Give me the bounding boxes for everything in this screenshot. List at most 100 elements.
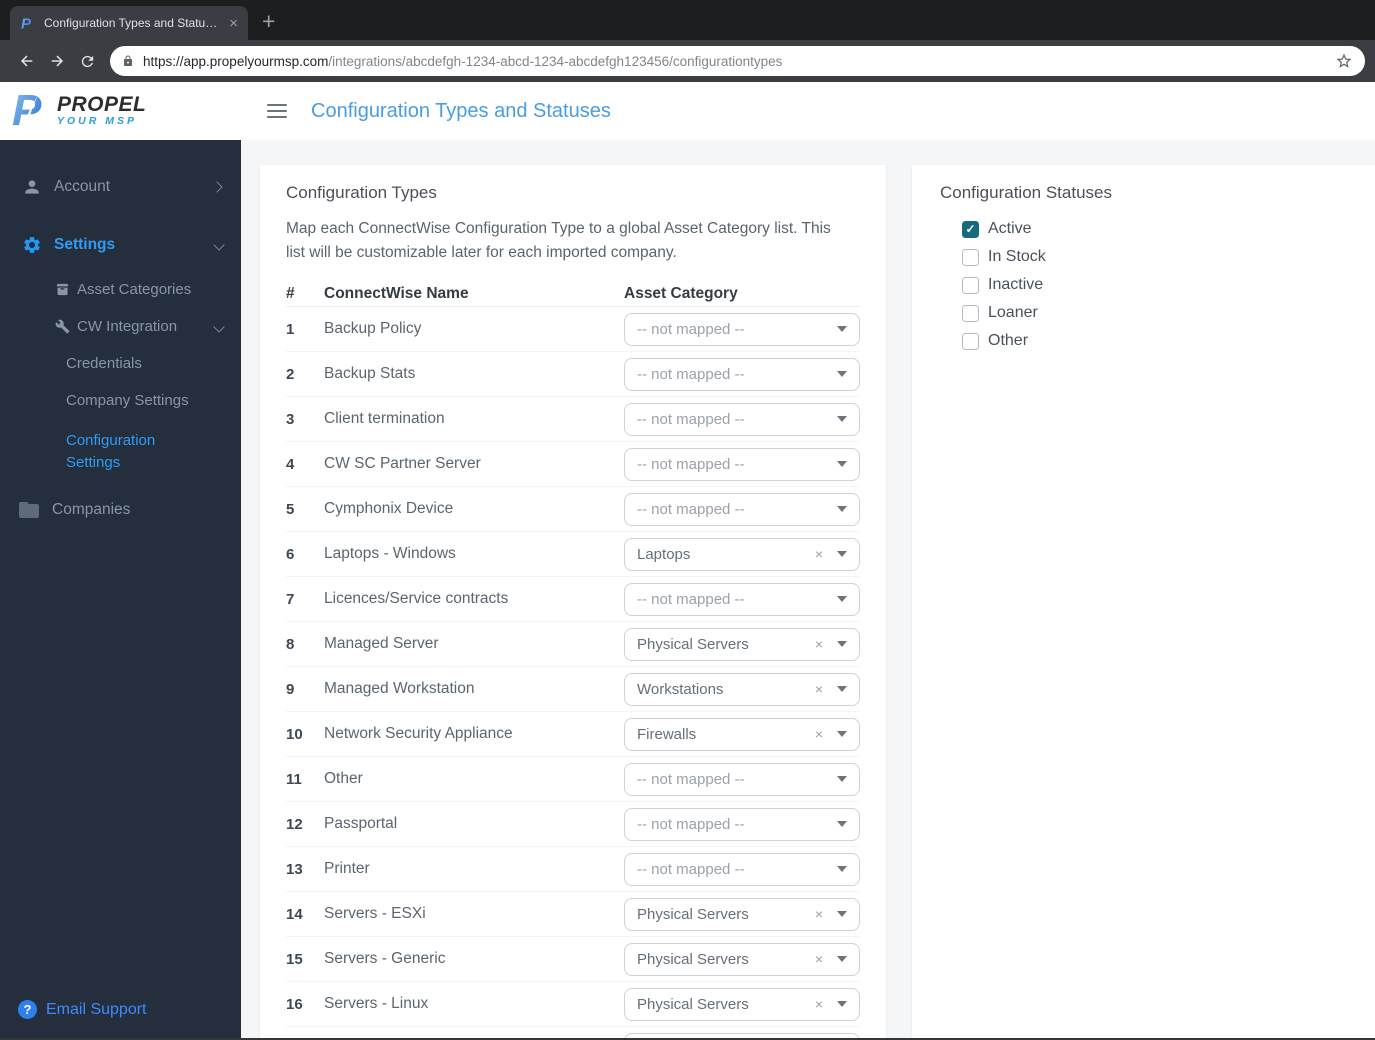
page-title: Configuration Types and Statuses xyxy=(311,99,611,122)
status-option[interactable]: ✓ Inactive xyxy=(962,275,1357,295)
sidebar-item-label: Company Settings xyxy=(66,392,189,409)
svg-text:P: P xyxy=(12,89,42,133)
row-connectwise-name: Licences/Service contracts xyxy=(324,590,509,607)
dropdown-value: Workstations xyxy=(637,680,724,698)
asset-category-dropdown[interactable]: Laptops × xyxy=(624,537,860,571)
logo-line1: PROPEL xyxy=(57,93,147,116)
app-header: P PROPEL YOUR MSP Configuration Types an… xyxy=(0,82,1375,140)
reload-button[interactable] xyxy=(72,46,102,76)
asset-category-dropdown[interactable]: -- not mapped -- xyxy=(624,582,860,616)
dropdown-value: Laptops xyxy=(637,545,691,563)
clear-icon[interactable]: × xyxy=(815,997,823,1011)
propel-logo[interactable]: P PROPEL YOUR MSP xyxy=(12,89,146,133)
chevron-down-icon xyxy=(837,506,847,512)
status-option[interactable]: ✓ Active xyxy=(962,219,1357,239)
back-button[interactable] xyxy=(12,46,42,76)
types-panel-description: Map each ConnectWise Configuration Type … xyxy=(286,220,831,261)
table-row: 4 CW SC Partner Server -- not mapped -- xyxy=(286,442,860,487)
sidebar-item-company-settings[interactable]: Company Settings xyxy=(0,392,241,409)
row-number: 9 xyxy=(286,680,295,698)
asset-category-dropdown[interactable]: -- not mapped -- xyxy=(624,852,860,886)
email-support-link[interactable]: ? Email Support xyxy=(18,1000,147,1019)
row-connectwise-name: Backup Policy xyxy=(324,320,422,337)
browser-tab[interactable]: P Configuration Types and Statuses × xyxy=(10,6,248,40)
asset-category-dropdown[interactable]: Firewalls × xyxy=(624,717,860,751)
sidebar-item-label: Asset Categories xyxy=(77,281,192,298)
sidebar-item-label: Account xyxy=(54,178,111,195)
asset-category-dropdown[interactable]: -- not mapped -- xyxy=(624,447,860,481)
chevron-down-icon xyxy=(837,776,847,782)
dropdown-value: -- not mapped -- xyxy=(637,365,745,383)
table-row: 8 Managed Server Physical Servers × xyxy=(286,622,860,667)
table-row: 7 Licences/Service contracts -- not mapp… xyxy=(286,577,860,622)
sidebar-item-configuration-settings[interactable]: Configuration Settings xyxy=(0,430,180,474)
row-number: 6 xyxy=(286,545,295,563)
asset-category-dropdown[interactable]: Workstations × xyxy=(624,672,860,706)
row-number: 1 xyxy=(286,320,295,338)
dropdown-value: Physical Servers xyxy=(637,635,749,653)
clear-icon[interactable]: × xyxy=(815,547,823,561)
chevron-down-icon xyxy=(837,371,847,377)
status-option[interactable]: ✓ Other xyxy=(962,331,1357,351)
url-host: https://app.propelyourmsp.com xyxy=(143,53,329,69)
row-connectwise-name: Managed Workstation xyxy=(324,680,475,697)
row-number: 16 xyxy=(286,995,303,1013)
configuration-statuses-panel: Configuration Statuses ✓ Active ✓ In Sto… xyxy=(912,165,1375,1040)
new-tab-button[interactable]: + xyxy=(262,8,275,35)
table-row: 3 Client termination -- not mapped -- xyxy=(286,397,860,442)
asset-category-dropdown[interactable]: -- not mapped -- xyxy=(624,312,860,346)
sidebar-item-companies[interactable]: Companies xyxy=(0,498,241,522)
status-option[interactable]: ✓ Loaner xyxy=(962,303,1357,323)
asset-category-dropdown[interactable]: -- not mapped -- xyxy=(624,807,860,841)
table-row: 15 Servers - Generic Physical Servers × xyxy=(286,937,860,982)
chevron-down-icon xyxy=(837,866,847,872)
row-connectwise-name: Cymphonix Device xyxy=(324,500,454,517)
row-connectwise-name: Servers - ESXi xyxy=(324,905,426,922)
asset-category-dropdown[interactable]: Physical Servers × xyxy=(624,942,860,976)
status-checkbox[interactable]: ✓ xyxy=(962,276,979,294)
sidebar-item-asset-categories[interactable]: Asset Categories xyxy=(0,281,241,298)
sidebar-item-credentials[interactable]: Credentials xyxy=(0,355,241,372)
clear-icon[interactable]: × xyxy=(815,682,823,696)
sidebar-item-settings[interactable]: Settings xyxy=(0,235,241,255)
row-number: 14 xyxy=(286,905,303,923)
row-number: 3 xyxy=(286,410,295,428)
asset-category-dropdown[interactable]: Physical Servers × xyxy=(624,987,860,1021)
status-option[interactable]: ✓ In Stock xyxy=(962,247,1357,267)
clear-icon[interactable]: × xyxy=(815,727,823,741)
status-checkbox[interactable]: ✓ xyxy=(962,248,979,266)
chevron-down-icon xyxy=(837,461,847,467)
asset-category-dropdown[interactable]: -- not mapped -- xyxy=(624,762,860,796)
tab-close-icon[interactable]: × xyxy=(229,16,238,31)
status-checkbox[interactable]: ✓ xyxy=(962,220,979,238)
sidebar-item-cw-integration[interactable]: CW Integration xyxy=(0,318,241,335)
status-checkbox[interactable]: ✓ xyxy=(962,332,979,350)
clear-icon[interactable]: × xyxy=(815,907,823,921)
table-row: 14 Servers - ESXi Physical Servers × xyxy=(286,892,860,937)
url-bar[interactable]: https://app.propelyourmsp.com/integratio… xyxy=(110,46,1365,76)
bookmark-star-icon[interactable] xyxy=(1335,52,1353,70)
asset-category-dropdown[interactable]: -- not mapped -- xyxy=(624,492,860,526)
clear-icon[interactable]: × xyxy=(815,637,823,651)
sidebar-item-label: Configuration Settings xyxy=(66,432,156,471)
clear-icon[interactable]: × xyxy=(815,952,823,966)
status-checkbox[interactable]: ✓ xyxy=(962,304,979,322)
asset-category-dropdown[interactable]: -- not mapped -- xyxy=(624,402,860,436)
tab-title: Configuration Types and Statuses xyxy=(44,16,222,30)
table-row: 11 Other -- not mapped -- xyxy=(286,757,860,802)
row-number: 12 xyxy=(286,815,303,833)
row-number: 15 xyxy=(286,950,303,968)
sidebar-item-account[interactable]: Account xyxy=(0,177,241,197)
chevron-down-icon xyxy=(837,596,847,602)
menu-hamburger-icon[interactable] xyxy=(265,100,289,122)
status-label: Loaner xyxy=(988,304,1038,321)
forward-button[interactable] xyxy=(42,46,72,76)
url-path: /integrations/abcdefgh-1234-abcd-1234-ab… xyxy=(328,53,783,69)
asset-category-dropdown[interactable]: Physical Servers × xyxy=(624,897,860,931)
row-connectwise-name: Other xyxy=(324,770,363,787)
asset-category-dropdown[interactable]: Physical Servers × xyxy=(624,627,860,661)
row-number: 10 xyxy=(286,725,303,743)
asset-category-dropdown[interactable]: -- not mapped -- xyxy=(624,357,860,391)
favicon-propel-icon: P xyxy=(21,16,32,32)
url-text: https://app.propelyourmsp.com/integratio… xyxy=(143,54,1325,69)
